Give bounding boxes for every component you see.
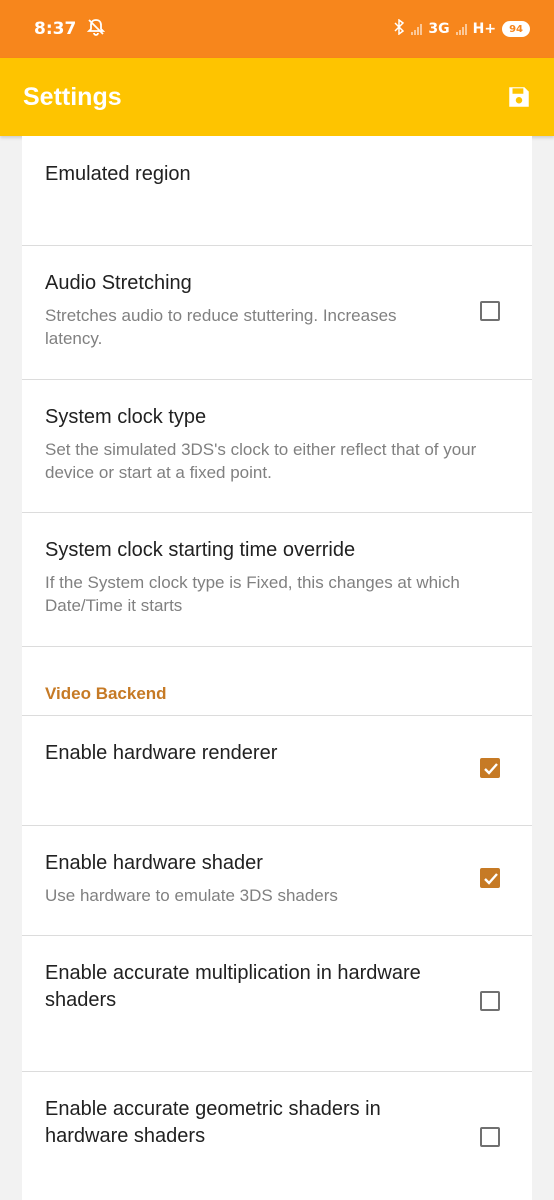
status-time: 8:37	[34, 19, 77, 39]
setting-system-clock-override[interactable]: System clock starting time override If t…	[22, 513, 532, 647]
setting-title: Audio Stretching	[45, 272, 192, 294]
bluetooth-icon	[393, 18, 405, 39]
setting-summary: Stretches audio to reduce stuttering. In…	[45, 306, 397, 348]
signal-icon	[411, 23, 423, 35]
setting-accurate-geometric-shaders[interactable]: Enable accurate geometric shaders in har…	[22, 1072, 532, 1200]
setting-emulated-region[interactable]: Emulated region	[22, 136, 532, 246]
status-icons: 3G H+ 94	[393, 18, 530, 39]
hardware-renderer-checkbox[interactable]	[480, 758, 500, 778]
setting-title: System clock type	[45, 406, 207, 428]
section-header-video-backend: Video Backend	[22, 647, 532, 716]
hardware-shader-checkbox[interactable]	[480, 868, 500, 888]
setting-audio-stretching[interactable]: Audio Stretching Stretches audio to redu…	[22, 246, 532, 380]
setting-title: Enable accurate multiplication in hardwa…	[45, 962, 421, 1011]
network-type-label: 3G	[428, 21, 450, 37]
setting-title: Enable hardware renderer	[45, 742, 278, 764]
setting-system-clock-type[interactable]: System clock type Set the simulated 3DS'…	[22, 380, 532, 513]
setting-summary: Set the simulated 3DS's clock to either …	[45, 440, 477, 482]
page-title: Settings	[23, 82, 122, 111]
setting-title: Enable accurate geometric shaders in har…	[45, 1098, 381, 1147]
setting-hardware-shader[interactable]: Enable hardware shader Use hardware to e…	[22, 826, 532, 936]
alarm-off-icon	[86, 17, 106, 42]
section-header: Video Backend	[45, 684, 167, 703]
network-type-label-2: H+	[472, 21, 497, 37]
setting-title: Emulated region	[45, 163, 191, 185]
save-icon[interactable]	[506, 84, 532, 110]
battery-icon: 94	[502, 21, 530, 37]
setting-title: Enable hardware shader	[45, 852, 263, 874]
accurate-multiplication-checkbox[interactable]	[480, 991, 500, 1011]
settings-list: Emulated region Audio Stretching Stretch…	[22, 136, 532, 1200]
app-bar: Settings	[0, 58, 554, 136]
accurate-geometric-shaders-checkbox[interactable]	[480, 1127, 500, 1147]
setting-summary: Use hardware to emulate 3DS shaders	[45, 886, 338, 905]
setting-accurate-multiplication[interactable]: Enable accurate multiplication in hardwa…	[22, 936, 532, 1072]
setting-title: System clock starting time override	[45, 539, 356, 561]
audio-stretching-checkbox[interactable]	[480, 301, 500, 321]
setting-hardware-renderer[interactable]: Enable hardware renderer	[22, 716, 532, 826]
status-bar: 8:37 3G H+ 94	[0, 0, 554, 58]
setting-summary: If the System clock type is Fixed, this …	[45, 573, 460, 615]
battery-level: 94	[509, 23, 523, 35]
signal-icon	[455, 23, 467, 35]
